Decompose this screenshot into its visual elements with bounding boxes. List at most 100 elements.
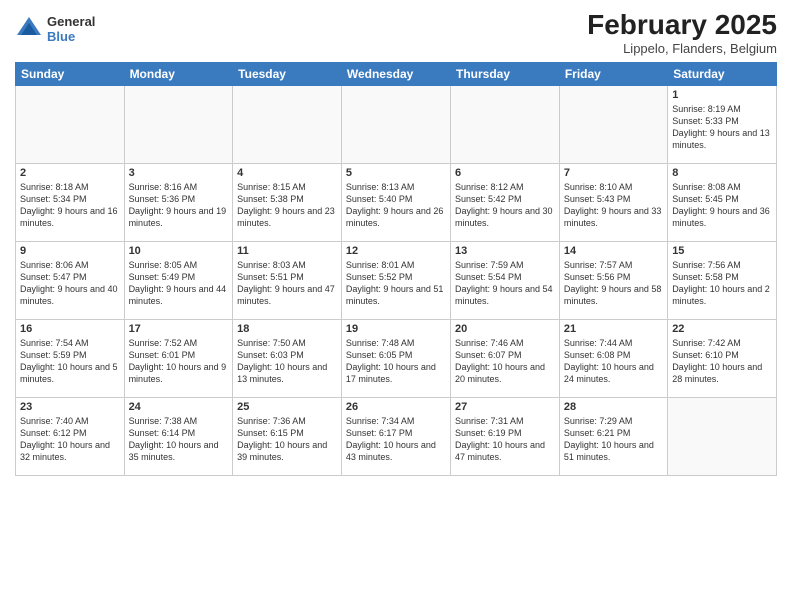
calendar-cell: 17 Sunrise: 7:52 AM Sunset: 6:01 PM Dayli…: [124, 319, 233, 397]
day-number: 1: [672, 89, 772, 101]
calendar-cell: 23 Sunrise: 7:40 AM Sunset: 6:12 PM Dayli…: [16, 397, 125, 475]
day-info: Sunrise: 7:31 AM Sunset: 6:19 PM Dayligh…: [455, 415, 555, 464]
day-info: Sunrise: 7:44 AM Sunset: 6:08 PM Dayligh…: [564, 337, 663, 386]
day-info: Sunrise: 8:19 AM Sunset: 5:33 PM Dayligh…: [672, 103, 772, 152]
day-info: Sunrise: 7:34 AM Sunset: 6:17 PM Dayligh…: [346, 415, 446, 464]
logo-text: General Blue: [47, 14, 95, 44]
day-number: 27: [455, 401, 555, 413]
logo-blue: Blue: [47, 29, 95, 44]
calendar-cell: 6 Sunrise: 8:12 AM Sunset: 5:42 PM Daylig…: [451, 163, 560, 241]
calendar-cell: 20 Sunrise: 7:46 AM Sunset: 6:07 PM Dayli…: [451, 319, 560, 397]
day-info: Sunrise: 8:13 AM Sunset: 5:40 PM Dayligh…: [346, 181, 446, 230]
day-info: Sunrise: 8:18 AM Sunset: 5:34 PM Dayligh…: [20, 181, 120, 230]
week-row-0: 1 Sunrise: 8:19 AM Sunset: 5:33 PM Daylig…: [16, 85, 777, 163]
day-number: 5: [346, 167, 446, 179]
day-info: Sunrise: 7:40 AM Sunset: 6:12 PM Dayligh…: [20, 415, 120, 464]
logo-general: General: [47, 14, 95, 29]
day-info: Sunrise: 8:03 AM Sunset: 5:51 PM Dayligh…: [237, 259, 337, 308]
day-info: Sunrise: 8:05 AM Sunset: 5:49 PM Dayligh…: [129, 259, 229, 308]
day-number: 3: [129, 167, 229, 179]
day-info: Sunrise: 7:52 AM Sunset: 6:01 PM Dayligh…: [129, 337, 229, 386]
col-sunday: Sunday: [16, 62, 125, 85]
day-info: Sunrise: 7:54 AM Sunset: 5:59 PM Dayligh…: [20, 337, 120, 386]
calendar-cell: 27 Sunrise: 7:31 AM Sunset: 6:19 PM Dayli…: [451, 397, 560, 475]
calendar-cell: 3 Sunrise: 8:16 AM Sunset: 5:36 PM Daylig…: [124, 163, 233, 241]
day-number: 13: [455, 245, 555, 257]
day-number: 8: [672, 167, 772, 179]
calendar-cell: 21 Sunrise: 7:44 AM Sunset: 6:08 PM Dayli…: [559, 319, 667, 397]
day-number: 10: [129, 245, 229, 257]
header: General Blue February 2025 Lippelo, Flan…: [15, 10, 777, 56]
calendar-cell: 9 Sunrise: 8:06 AM Sunset: 5:47 PM Daylig…: [16, 241, 125, 319]
calendar-header-row: Sunday Monday Tuesday Wednesday Thursday…: [16, 62, 777, 85]
day-number: 6: [455, 167, 555, 179]
week-row-3: 16 Sunrise: 7:54 AM Sunset: 5:59 PM Dayli…: [16, 319, 777, 397]
calendar-cell: 11 Sunrise: 8:03 AM Sunset: 5:51 PM Dayli…: [233, 241, 342, 319]
day-info: Sunrise: 7:36 AM Sunset: 6:15 PM Dayligh…: [237, 415, 337, 464]
calendar-cell: [341, 85, 450, 163]
day-number: 24: [129, 401, 229, 413]
calendar-cell: [451, 85, 560, 163]
calendar-cell: 22Sunrise: 7:42 AM Sunset: 6:10 PM Dayli…: [668, 319, 777, 397]
day-number: 11: [237, 245, 337, 257]
day-number: 21: [564, 323, 663, 335]
calendar-cell: 28 Sunrise: 7:29 AM Sunset: 6:21 PM Dayli…: [559, 397, 667, 475]
col-friday: Friday: [559, 62, 667, 85]
calendar-table: Sunday Monday Tuesday Wednesday Thursday…: [15, 62, 777, 476]
calendar-cell: 10 Sunrise: 8:05 AM Sunset: 5:49 PM Dayli…: [124, 241, 233, 319]
week-row-4: 23 Sunrise: 7:40 AM Sunset: 6:12 PM Dayli…: [16, 397, 777, 475]
day-info: Sunrise: 7:42 AM Sunset: 6:10 PM Dayligh…: [672, 337, 772, 386]
day-number: 18: [237, 323, 337, 335]
day-number: 15: [672, 245, 772, 257]
day-info: Sunrise: 7:56 AM Sunset: 5:58 PM Dayligh…: [672, 259, 772, 308]
week-row-1: 2 Sunrise: 8:18 AM Sunset: 5:34 PM Daylig…: [16, 163, 777, 241]
col-wednesday: Wednesday: [341, 62, 450, 85]
title-block: February 2025 Lippelo, Flanders, Belgium: [587, 10, 777, 56]
week-row-2: 9 Sunrise: 8:06 AM Sunset: 5:47 PM Daylig…: [16, 241, 777, 319]
calendar-cell: 24 Sunrise: 7:38 AM Sunset: 6:14 PM Dayli…: [124, 397, 233, 475]
day-number: 17: [129, 323, 229, 335]
day-number: 12: [346, 245, 446, 257]
day-info: Sunrise: 7:57 AM Sunset: 5:56 PM Dayligh…: [564, 259, 663, 308]
day-number: 28: [564, 401, 663, 413]
day-number: 25: [237, 401, 337, 413]
day-number: 26: [346, 401, 446, 413]
logo-icon: [15, 15, 43, 43]
day-info: Sunrise: 7:29 AM Sunset: 6:21 PM Dayligh…: [564, 415, 663, 464]
day-info: Sunrise: 7:46 AM Sunset: 6:07 PM Dayligh…: [455, 337, 555, 386]
col-monday: Monday: [124, 62, 233, 85]
day-number: 14: [564, 245, 663, 257]
col-thursday: Thursday: [451, 62, 560, 85]
day-number: 20: [455, 323, 555, 335]
day-number: 16: [20, 323, 120, 335]
calendar-cell: 4Sunrise: 8:15 AM Sunset: 5:38 PM Daylig…: [233, 163, 342, 241]
day-number: 2: [20, 167, 120, 179]
col-saturday: Saturday: [668, 62, 777, 85]
calendar-cell: 1 Sunrise: 8:19 AM Sunset: 5:33 PM Daylig…: [668, 85, 777, 163]
day-info: Sunrise: 8:16 AM Sunset: 5:36 PM Dayligh…: [129, 181, 229, 230]
day-number: 9: [20, 245, 120, 257]
calendar-cell: 7Sunrise: 8:10 AM Sunset: 5:43 PM Daylig…: [559, 163, 667, 241]
day-number: 19: [346, 323, 446, 335]
day-info: Sunrise: 8:12 AM Sunset: 5:42 PM Dayligh…: [455, 181, 555, 230]
day-info: Sunrise: 7:38 AM Sunset: 6:14 PM Dayligh…: [129, 415, 229, 464]
day-number: 23: [20, 401, 120, 413]
month-title: February 2025: [587, 10, 777, 41]
calendar-cell: 26 Sunrise: 7:34 AM Sunset: 6:17 PM Dayli…: [341, 397, 450, 475]
day-info: Sunrise: 8:10 AM Sunset: 5:43 PM Dayligh…: [564, 181, 663, 230]
day-info: Sunrise: 8:06 AM Sunset: 5:47 PM Dayligh…: [20, 259, 120, 308]
day-info: Sunrise: 7:50 AM Sunset: 6:03 PM Dayligh…: [237, 337, 337, 386]
calendar-cell: 5 Sunrise: 8:13 AM Sunset: 5:40 PM Daylig…: [341, 163, 450, 241]
calendar-cell: [124, 85, 233, 163]
day-info: Sunrise: 7:59 AM Sunset: 5:54 PM Dayligh…: [455, 259, 555, 308]
calendar-cell: 13 Sunrise: 7:59 AM Sunset: 5:54 PM Dayli…: [451, 241, 560, 319]
calendar-cell: [559, 85, 667, 163]
calendar-cell: 14 Sunrise: 7:57 AM Sunset: 5:56 PM Dayli…: [559, 241, 667, 319]
calendar-cell: 25 Sunrise: 7:36 AM Sunset: 6:15 PM Dayli…: [233, 397, 342, 475]
day-info: Sunrise: 7:48 AM Sunset: 6:05 PM Dayligh…: [346, 337, 446, 386]
day-info: Sunrise: 8:08 AM Sunset: 5:45 PM Dayligh…: [672, 181, 772, 230]
day-number: 4: [237, 167, 337, 179]
logo: General Blue: [15, 14, 95, 44]
calendar-cell: 16 Sunrise: 7:54 AM Sunset: 5:59 PM Dayli…: [16, 319, 125, 397]
calendar-cell: 18 Sunrise: 7:50 AM Sunset: 6:03 PM Dayli…: [233, 319, 342, 397]
